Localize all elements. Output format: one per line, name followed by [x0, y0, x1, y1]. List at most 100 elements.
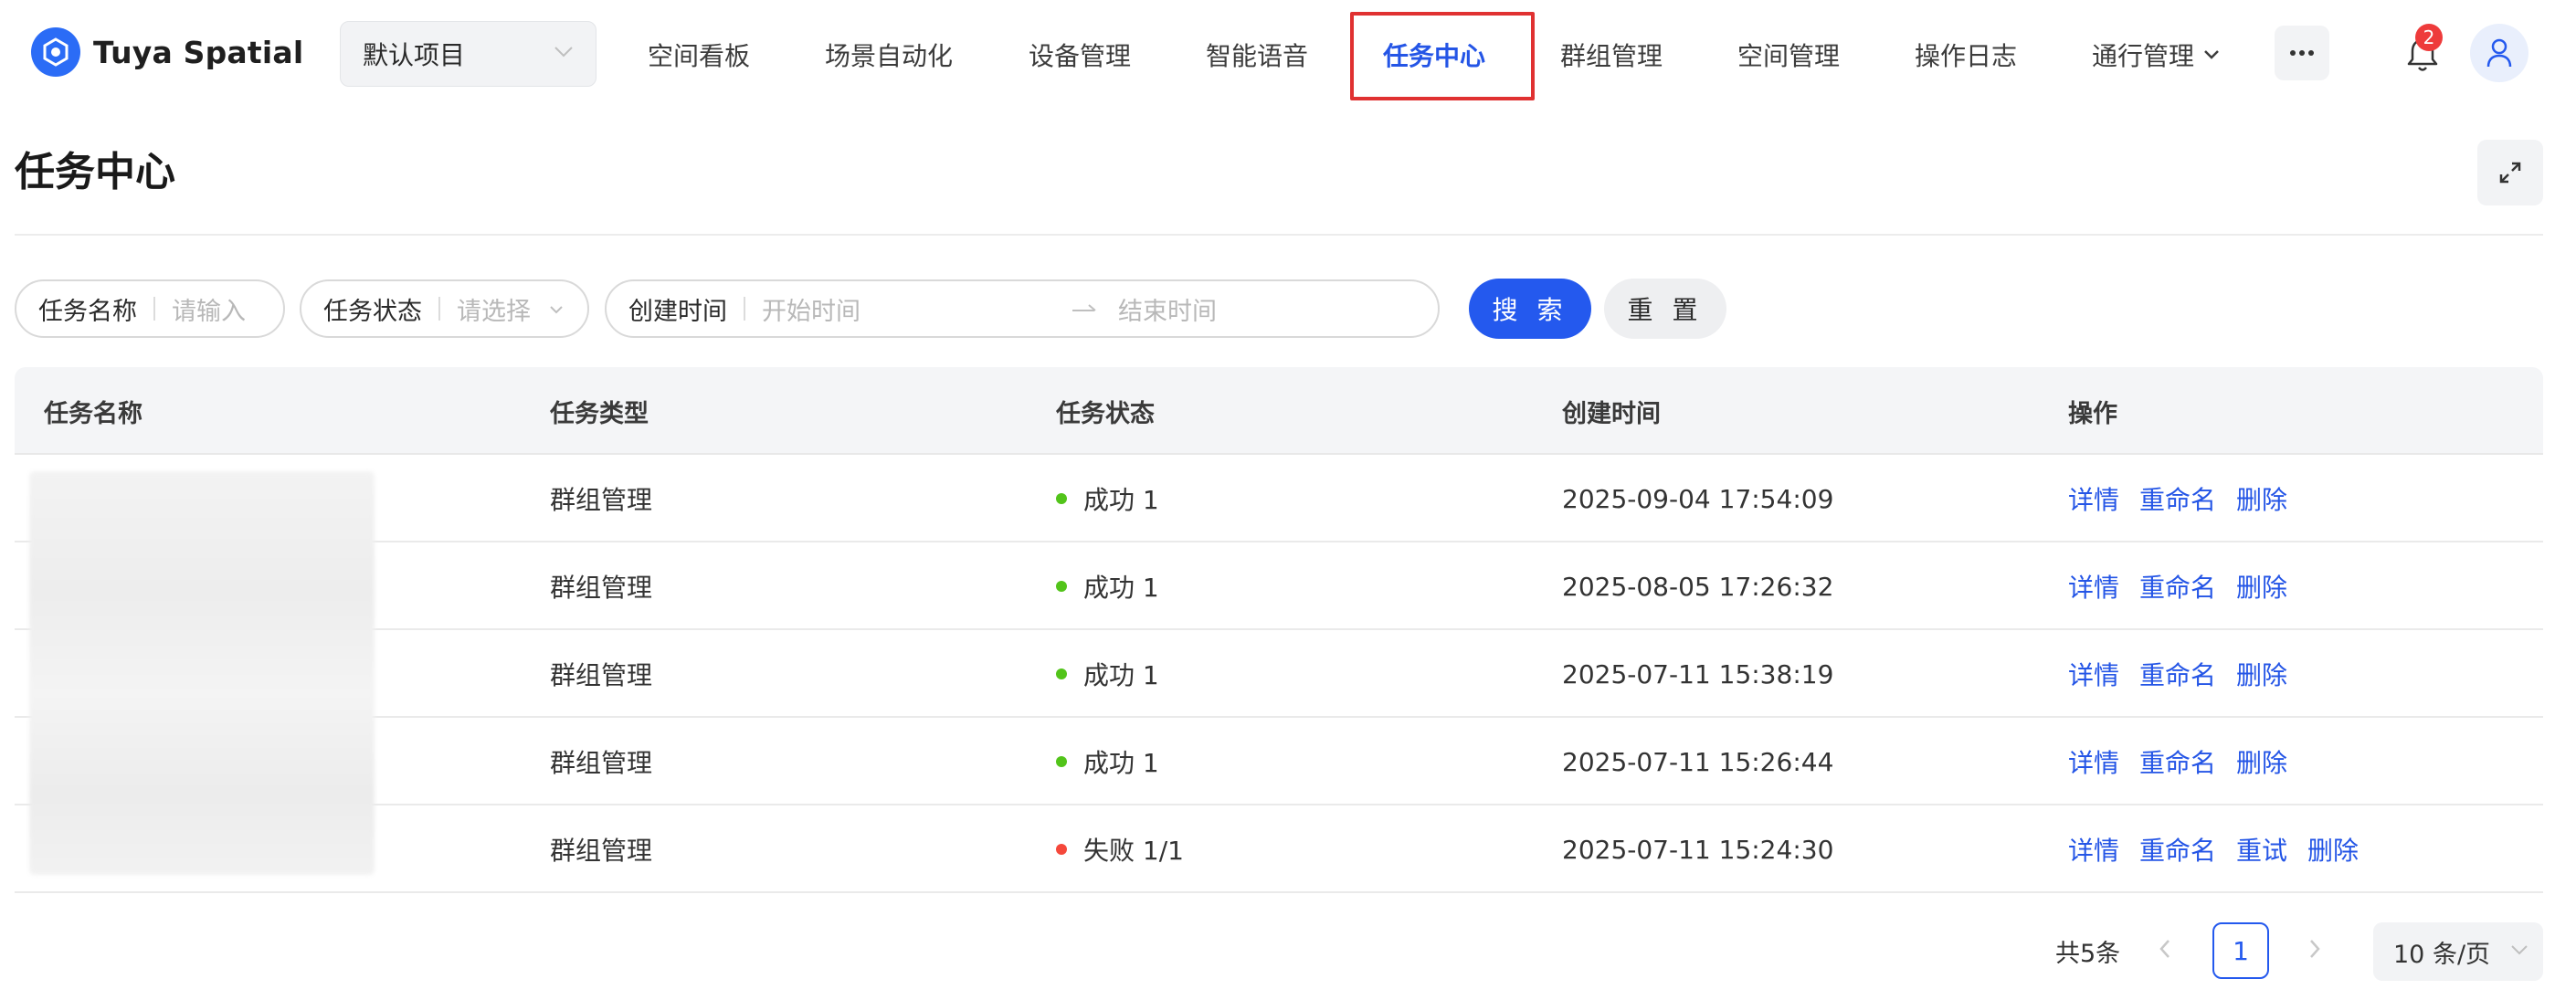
retry-link[interactable]: 重试 — [2236, 831, 2287, 868]
rename-link[interactable]: 重命名 — [2139, 480, 2216, 517]
task-type-cell: 群组管理 — [550, 748, 653, 778]
rename-link[interactable]: 重命名 — [2139, 656, 2216, 692]
search-button[interactable]: 搜 索 — [1469, 279, 1591, 339]
task-status-select[interactable]: 请选择 — [457, 291, 531, 327]
column-header-task-status: 任务状态 — [1056, 399, 1155, 428]
detail-link[interactable]: 详情 — [2068, 568, 2119, 605]
pagination-page-button[interactable]: 1 — [2212, 922, 2269, 979]
delete-link[interactable]: 删除 — [2236, 656, 2287, 692]
nav-item-space-dashboard[interactable]: 空间看板 — [648, 0, 750, 110]
page-size-select[interactable]: 10 条/页 — [2373, 922, 2543, 981]
detail-link[interactable]: 详情 — [2068, 656, 2119, 692]
nav-item-label: 群组管理 — [1560, 41, 1663, 71]
status-text: 成功 1 — [1083, 573, 1159, 603]
delete-link[interactable]: 删除 — [2307, 831, 2359, 868]
actions-cell: 详情 重命名 删除 — [2068, 455, 2307, 542]
detail-link[interactable]: 详情 — [2068, 743, 2119, 780]
delete-link[interactable]: 删除 — [2236, 568, 2287, 605]
end-time-input[interactable]: 结束时间 — [1118, 291, 1217, 327]
header-divider — [15, 234, 2543, 236]
created-time-cell: 2025-07-11 15:26:44 — [1562, 746, 1834, 777]
chevron-down-icon — [550, 306, 563, 314]
delete-link[interactable]: 删除 — [2236, 743, 2287, 780]
status-dot — [1056, 756, 1067, 767]
filter-label: 创建时间 — [628, 297, 727, 326]
nav-item-scene-automation[interactable]: 场景自动化 — [825, 0, 953, 110]
reset-button[interactable]: 重 置 — [1604, 279, 1726, 339]
user-icon — [2486, 38, 2512, 68]
nav-item-access-management[interactable]: 通行管理 — [2092, 0, 2220, 110]
task-status-cell: 成功 1 — [1056, 455, 1159, 542]
detail-link[interactable]: 详情 — [2068, 480, 2119, 517]
start-time-input[interactable]: 开始时间 — [762, 291, 1071, 327]
page-size-value: 10 条/页 — [2393, 940, 2491, 969]
nav-item-label: 智能语音 — [1206, 41, 1309, 71]
pagination-total: 共5条 — [2055, 940, 2121, 968]
detail-link[interactable]: 详情 — [2068, 831, 2119, 868]
status-dot — [1056, 844, 1067, 855]
nav-item-group-management[interactable]: 群组管理 — [1560, 0, 1663, 110]
nav-item-label: 空间看板 — [648, 41, 751, 71]
fullscreen-icon — [2499, 162, 2521, 184]
fullscreen-button[interactable] — [2477, 140, 2543, 205]
project-select-value: 默认项目 — [363, 40, 466, 70]
task-name-filter[interactable]: 任务名称 请输入 — [15, 279, 285, 338]
status-text: 成功 1 — [1083, 485, 1159, 515]
created-time-cell: 2025-09-04 17:54:09 — [1562, 483, 1834, 514]
user-avatar[interactable] — [2470, 24, 2528, 82]
nav-item-smart-voice[interactable]: 智能语音 — [1206, 0, 1308, 110]
status-dot — [1056, 493, 1067, 504]
active-nav-highlight — [1350, 12, 1535, 100]
actions-cell: 详情 重命名 删除 — [2068, 542, 2307, 630]
table-row: 群组管理 成功 1 2025-07-11 15:38:19 详情 重命名 删除 — [15, 630, 2543, 718]
column-header-actions: 操作 — [2068, 399, 2117, 428]
rename-link[interactable]: 重命名 — [2139, 831, 2216, 868]
nav-item-space-management[interactable]: 空间管理 — [1737, 0, 1840, 110]
nav-item-label: 场景自动化 — [825, 41, 954, 71]
nav-item-label: 设备管理 — [1029, 41, 1132, 71]
chevron-down-icon — [554, 47, 573, 58]
status-text: 失败 1/1 — [1083, 836, 1184, 866]
project-select[interactable]: 默认项目 — [340, 21, 596, 87]
task-status-cell: 失败 1/1 — [1056, 805, 1184, 893]
status-text: 成功 1 — [1083, 660, 1159, 690]
pagination-next-button[interactable] — [2306, 935, 2324, 966]
logo-icon — [31, 27, 80, 77]
task-name-input[interactable]: 请输入 — [172, 291, 246, 327]
pagination-prev-button[interactable] — [2156, 935, 2174, 966]
created-time-filter[interactable]: 创建时间 开始时间 结束时间 — [605, 279, 1440, 338]
status-text: 成功 1 — [1083, 748, 1159, 778]
nav-item-label: 空间管理 — [1737, 41, 1841, 71]
created-time-cell: 2025-07-11 15:24:30 — [1562, 834, 1834, 865]
chevron-left-icon — [2159, 940, 2170, 958]
rename-link[interactable]: 重命名 — [2139, 743, 2216, 780]
task-type-cell: 群组管理 — [550, 573, 653, 603]
rename-link[interactable]: 重命名 — [2139, 568, 2216, 605]
task-type-cell: 群组管理 — [550, 485, 653, 515]
status-dot — [1056, 668, 1067, 679]
filter-separator — [153, 297, 155, 321]
task-status-cell: 成功 1 — [1056, 542, 1159, 630]
redacted-task-names — [29, 471, 375, 875]
actions-cell: 详情 重命名 重试 删除 — [2068, 805, 2379, 893]
more-icon — [2290, 50, 2314, 56]
column-header-task-name: 任务名称 — [44, 399, 143, 428]
task-status-filter[interactable]: 任务状态 请选择 — [300, 279, 589, 338]
app-name: Tuya Spatial — [93, 34, 304, 70]
nav-item-operation-log[interactable]: 操作日志 — [1915, 0, 2017, 110]
filter-separator — [744, 297, 745, 321]
app-logo[interactable]: Tuya Spatial — [31, 27, 303, 77]
nav-item-device-management[interactable]: 设备管理 — [1029, 0, 1131, 110]
actions-cell: 详情 重命名 删除 — [2068, 718, 2307, 805]
top-navigation-bar: Tuya Spatial 默认项目 空间看板 场景自动化 设备管理 智能语音 任… — [0, 0, 2576, 110]
table-header: 任务名称 任务类型 任务状态 创建时间 操作 — [15, 367, 2543, 455]
table-row: 群组管理 成功 1 2025-08-05 17:26:32 详情 重命名 删除 — [15, 542, 2543, 630]
more-button[interactable] — [2275, 26, 2329, 80]
created-time-cell: 2025-08-05 17:26:32 — [1562, 571, 1834, 602]
filter-label: 任务状态 — [323, 297, 422, 326]
task-status-cell: 成功 1 — [1056, 718, 1159, 805]
task-type-cell: 群组管理 — [550, 836, 653, 866]
delete-link[interactable]: 删除 — [2236, 480, 2287, 517]
status-dot — [1056, 581, 1067, 592]
arrow-right-icon — [1072, 304, 1096, 311]
